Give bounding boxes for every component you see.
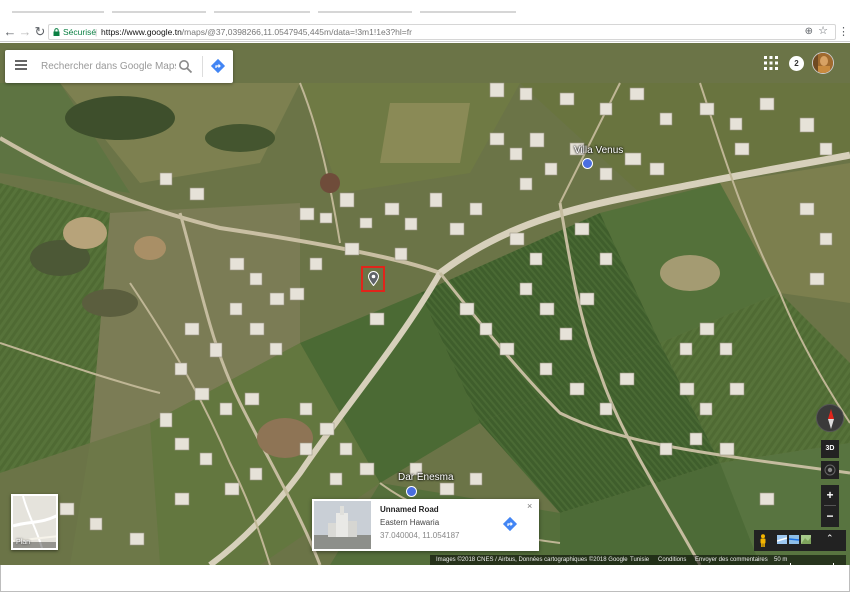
zoom-control: + −	[821, 485, 839, 527]
card-coordinates: 37.040004, 11.054187	[380, 531, 460, 540]
selected-location-marker[interactable]	[361, 266, 385, 292]
transit-layer-icon[interactable]	[789, 535, 799, 544]
search-input[interactable]	[41, 58, 176, 75]
scale-label[interactable]: 50 m	[774, 555, 787, 565]
plan-label: Plan	[16, 539, 31, 546]
layers-strip: ⌃	[754, 530, 846, 551]
place-pin-icon[interactable]	[406, 486, 417, 497]
browser-tab[interactable]	[318, 0, 412, 13]
rotate-view-button[interactable]	[821, 461, 839, 479]
browser-tab[interactable]	[420, 0, 516, 13]
directions-icon[interactable]	[210, 58, 226, 74]
zoom-in-button[interactable]: +	[821, 485, 839, 505]
url-text[interactable]: https://www.google.tn/maps/@37,0398266,1…	[101, 25, 412, 39]
street-view-image	[314, 501, 371, 549]
pegman-icon[interactable]	[759, 534, 767, 547]
empty-bottom-panel	[0, 565, 850, 592]
card-subtitle: Eastern Hawaria	[380, 518, 440, 527]
directions-icon[interactable]	[502, 516, 518, 532]
browser-tab[interactable]	[112, 0, 206, 13]
location-pin-icon	[368, 271, 379, 286]
close-icon[interactable]: ×	[527, 501, 532, 511]
satellite-imagery	[0, 43, 850, 565]
place-pin-icon[interactable]	[582, 158, 593, 169]
secure-label: Sécurisé	[63, 27, 97, 37]
star-icon[interactable]: ☆	[818, 25, 828, 38]
avatar[interactable]	[812, 52, 834, 74]
map-type-toggle[interactable]: Plan	[11, 494, 58, 550]
notification-badge[interactable]: 2	[789, 56, 804, 71]
back-icon[interactable]: ←	[3, 24, 17, 40]
satellite-map[interactable]: 2 Villa Venus Dar Enesma Plan	[0, 43, 850, 565]
zoom-out-button[interactable]: −	[821, 506, 839, 526]
attribution-text: Images ©2018 CNES / Airbus, Données cart…	[436, 557, 628, 563]
country-link[interactable]: Tunisie	[630, 555, 649, 565]
reload-icon[interactable]: ↻	[33, 24, 47, 40]
forward-icon[interactable]: →	[18, 24, 32, 40]
search-divider	[202, 56, 203, 77]
place-info-card[interactable]: Unnamed Road Eastern Hawaria 37.040004, …	[312, 499, 539, 551]
browser-tab[interactable]	[214, 0, 310, 13]
compass-icon[interactable]	[816, 404, 844, 432]
chevron-up-icon[interactable]: ⌃	[826, 533, 835, 545]
browser-tabstrip	[0, 0, 850, 22]
lock-icon	[53, 28, 60, 36]
traffic-layer-icon[interactable]	[777, 535, 787, 544]
zoom-icon[interactable]: ⊕	[805, 25, 813, 39]
url-host: https://www.google.tn	[101, 27, 182, 37]
feedback-link[interactable]: Envoyer des commentaires	[695, 555, 768, 565]
conditions-link[interactable]: Conditions	[658, 555, 686, 565]
search-box	[5, 50, 233, 83]
url-separator: |	[95, 27, 98, 37]
menu-icon[interactable]: ⋮	[838, 24, 849, 40]
place-label-villa-venus[interactable]: Villa Venus	[574, 145, 623, 156]
place-label-dar-enesma[interactable]: Dar Enesma	[398, 472, 454, 483]
compass-needle-icon	[828, 409, 834, 429]
search-icon[interactable]	[178, 59, 193, 74]
browser-toolbar: ← → ↻ Sécurisé | https://www.google.tn/m…	[0, 22, 850, 42]
apps-grid-icon[interactable]	[764, 56, 778, 70]
browser-tab[interactable]	[12, 0, 104, 13]
hamburger-menu-icon[interactable]	[15, 60, 27, 72]
card-title: Unnamed Road	[380, 505, 439, 514]
terrain-layer-icon[interactable]	[801, 535, 811, 544]
3d-toggle-button[interactable]: 3D	[821, 440, 839, 458]
rotate-icon	[824, 464, 836, 476]
map-footer: Images ©2018 CNES / Airbus, Données cart…	[430, 555, 846, 565]
address-bar[interactable]: Sécurisé | https://www.google.tn/maps/@3…	[48, 24, 836, 40]
url-path: /maps/@37,0398266,11.0547945,445m/data=!…	[181, 27, 412, 37]
street-view-thumbnail[interactable]	[314, 501, 371, 549]
